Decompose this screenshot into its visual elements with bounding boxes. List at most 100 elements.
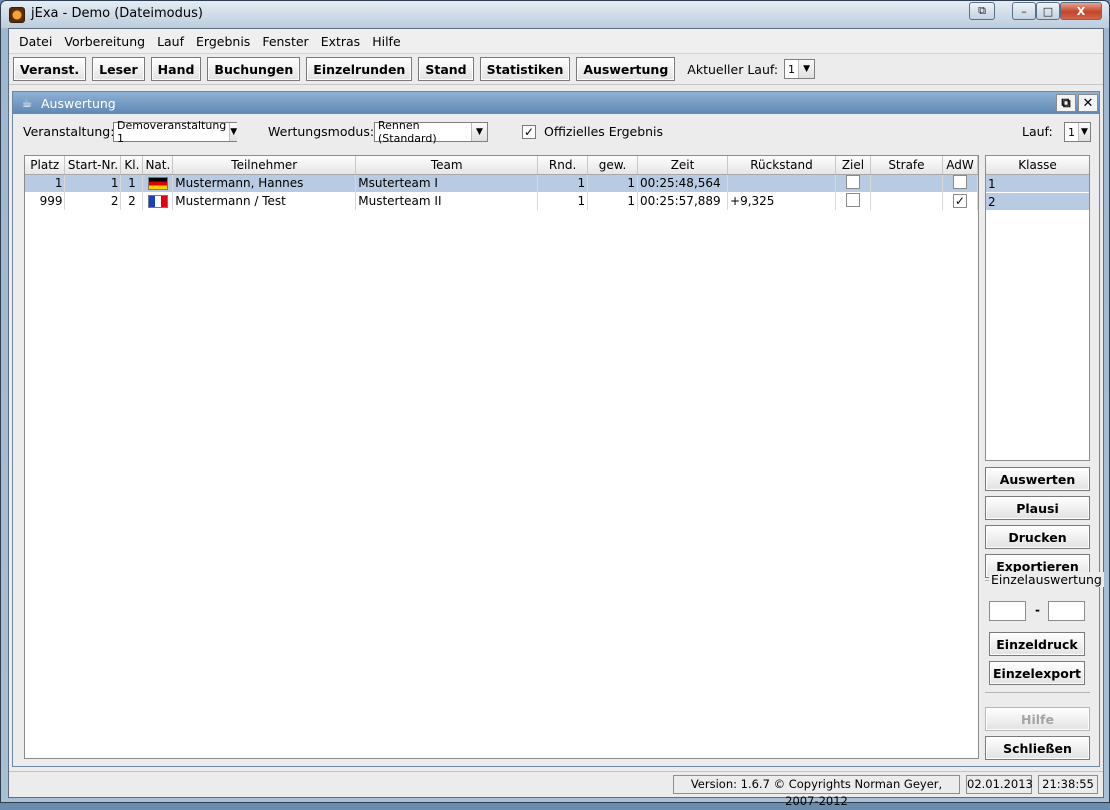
single-eval-label: Einzelauswertung: [989, 572, 1104, 587]
statistiken-button[interactable]: Statistiken: [479, 57, 571, 81]
cell-adw[interactable]: [942, 174, 979, 192]
col-strafe[interactable]: Strafe: [870, 156, 943, 175]
window-titlebar[interactable]: jExa - Demo (Dateimodus) ⧉ – □ X: [1, 1, 1109, 28]
buchungen-button[interactable]: Buchungen: [207, 57, 301, 81]
menu-ergebnis[interactable]: Ergebnis: [190, 34, 256, 49]
schliessen-button[interactable]: Schließen: [985, 736, 1090, 760]
hilfe-button[interactable]: Hilfe: [985, 707, 1090, 731]
menu-extras[interactable]: Extras: [315, 34, 367, 49]
restore-window-button[interactable]: ⧉: [969, 2, 995, 20]
cell-team: Musterteam II: [355, 192, 539, 210]
ziel-checkbox[interactable]: [845, 174, 860, 189]
cell-startnr: 1: [64, 174, 122, 192]
minimize-button[interactable]: –: [1012, 2, 1036, 20]
cell-kl: 2: [120, 192, 144, 210]
cell-startnr: 2: [64, 192, 122, 210]
adw-checkbox[interactable]: ✓: [952, 194, 967, 208]
event-label: Veranstaltung:: [23, 124, 115, 139]
col-platz[interactable]: Platz: [25, 156, 66, 175]
run-select[interactable]: 1 ▼: [1064, 122, 1091, 142]
status-bar: Version: 1.6.7 © Copyrights Norman Geyer…: [9, 771, 1103, 808]
ziel-checkbox[interactable]: [845, 192, 860, 207]
status-version: Version: 1.6.7 © Copyrights Norman Geyer…: [673, 775, 960, 808]
auswerten-button[interactable]: Auswerten: [985, 467, 1090, 491]
run-value: 1: [1068, 125, 1075, 139]
filter-row: Veranstaltung: Demoveranstaltung 1 ▼ Wer…: [13, 119, 1099, 146]
leser-button[interactable]: Leser: [92, 57, 145, 81]
status-time: 21:38:55: [1038, 775, 1098, 794]
col-teilnehmer[interactable]: Teilnehmer: [172, 156, 357, 175]
stand-button[interactable]: Stand: [418, 57, 474, 81]
window-title: jExa - Demo (Dateimodus): [31, 6, 203, 21]
menu-vorbereitung[interactable]: Vorbereitung: [58, 34, 151, 49]
panel-detach-icon[interactable]: ⧉: [1056, 94, 1076, 112]
cell-gew: 1: [587, 174, 639, 192]
menu-hilfe[interactable]: Hilfe: [366, 34, 406, 49]
cell-zeit: 00:25:48,564: [637, 174, 729, 192]
col-startnr[interactable]: Start-Nr.: [64, 156, 122, 175]
drucken-button[interactable]: Drucken: [985, 525, 1090, 549]
close-button[interactable]: X: [1060, 2, 1102, 20]
veranst-button[interactable]: Veranst.: [13, 57, 87, 81]
status-date: 02.01.2013: [966, 775, 1033, 794]
einzelrunden-button[interactable]: Einzelrunden: [306, 57, 413, 81]
germany-flag-icon: [147, 177, 168, 191]
cell-teilnehmer: Mustermann, Hannes: [172, 174, 357, 192]
col-rueckstand[interactable]: Rückstand: [727, 156, 836, 175]
table-row[interactable]: 1 1 1 Mustermann, Hannes Msuterteam I 1 …: [25, 174, 979, 192]
current-run-select[interactable]: 1 ▼: [784, 59, 816, 79]
panel-icon: ☕: [21, 96, 33, 110]
auswertung-button[interactable]: Auswertung: [576, 57, 676, 81]
cell-nat: [142, 174, 174, 192]
auswertung-panel: ☕ Auswertung ⧉ ✕ Veranstaltung: Demovera…: [12, 91, 1104, 767]
col-gew[interactable]: gew.: [587, 156, 639, 175]
adw-checkbox[interactable]: [952, 174, 967, 189]
official-checkbox[interactable]: ✓: [522, 125, 536, 139]
mode-select[interactable]: Rennen (Standard) ▼: [374, 119, 488, 145]
col-adw[interactable]: AdW: [942, 156, 979, 175]
official-checkbox-group[interactable]: ✓ Offizielles Ergebnis: [522, 124, 663, 139]
einzeldruck-button[interactable]: Einzeldruck: [989, 632, 1085, 656]
cell-platz: 999: [25, 192, 66, 210]
run-label: Lauf:: [1022, 124, 1053, 139]
col-ziel[interactable]: Ziel: [835, 156, 871, 175]
panel-close-icon[interactable]: ✕: [1078, 94, 1098, 112]
plausi-button[interactable]: Plausi: [985, 496, 1090, 520]
single-eval-to-input[interactable]: [1048, 601, 1085, 621]
mode-label: Wertungsmodus:: [268, 124, 375, 139]
panel-title: Auswertung: [41, 95, 116, 111]
cell-platz: 1: [25, 174, 66, 192]
chevron-down-icon: ▼: [471, 123, 487, 141]
einzelexport-button[interactable]: Einzelexport: [989, 661, 1085, 685]
class-list-item[interactable]: 2: [986, 193, 1089, 211]
hand-button[interactable]: Hand: [150, 57, 202, 81]
cell-teilnehmer: Mustermann / Test: [172, 192, 357, 210]
maximize-button[interactable]: □: [1036, 2, 1060, 20]
col-nat[interactable]: Nat.: [142, 156, 174, 175]
menu-fenster[interactable]: Fenster: [256, 34, 314, 49]
col-zeit[interactable]: Zeit: [637, 156, 729, 175]
single-eval-from-input[interactable]: [989, 601, 1026, 621]
menu-lauf[interactable]: Lauf: [151, 34, 190, 49]
chevron-down-icon: ▼: [798, 60, 815, 78]
class-list-header: Klasse: [986, 156, 1089, 175]
cell-ziel[interactable]: [835, 192, 871, 210]
chevron-down-icon: ▼: [229, 123, 238, 141]
table-row[interactable]: 999 2 2 Mustermann / Test Musterteam II …: [25, 192, 979, 210]
chevron-down-icon: ▼: [1078, 123, 1090, 141]
current-run-label: Aktueller Lauf:: [687, 61, 779, 77]
col-kl[interactable]: Kl.: [120, 156, 144, 175]
col-team[interactable]: Team: [355, 156, 539, 175]
event-select[interactable]: Demoveranstaltung 1 ▼: [113, 119, 238, 145]
results-table: Platz Start-Nr. Kl. Nat. Teilnehmer Team…: [25, 156, 979, 210]
col-rnd[interactable]: Rnd.: [537, 156, 589, 175]
cell-rnd: 1: [537, 192, 589, 210]
cell-rueckstand: +9,325: [727, 192, 836, 210]
cell-strafe: [870, 174, 943, 192]
app-window: jExa - Demo (Dateimodus) ⧉ – □ X Datei V…: [0, 0, 1110, 808]
class-list-item[interactable]: 1: [986, 175, 1089, 193]
cell-ziel[interactable]: [835, 174, 871, 192]
menu-datei[interactable]: Datei: [13, 34, 58, 49]
cell-adw[interactable]: ✓: [942, 192, 979, 210]
france-flag-icon: [147, 195, 168, 208]
